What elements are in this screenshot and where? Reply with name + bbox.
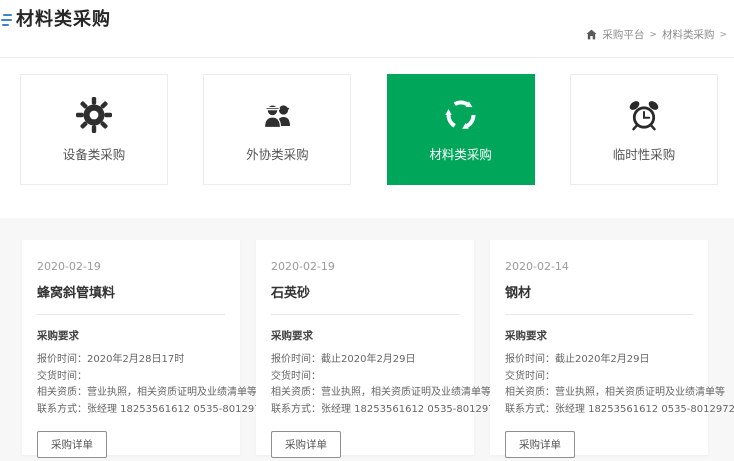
page-header: 材料类采购 采购平台 > 材料类采购 >: [0, 0, 734, 58]
delivery-time-line: 交货时间：: [505, 369, 693, 386]
listing-card[interactable]: 2020-02-14 钢材 采购要求 报价时间：截止2020年2月29日 交货时…: [490, 240, 708, 455]
listing-title: 石英砂: [271, 282, 459, 301]
workers-icon: [257, 96, 297, 134]
detail-button[interactable]: 采购详单: [271, 431, 341, 458]
category-section: 设备类采购 外协类采购: [0, 58, 734, 218]
breadcrumb-trailing-separator: >: [719, 30, 727, 40]
listing-card[interactable]: 2020-02-19 石英砂 采购要求 报价时间：截止2020年2月29日 交货…: [256, 240, 474, 455]
qualification-line: 相关资质：营业执照，相关资质证明及业绩清单等: [505, 385, 693, 402]
requirements-heading: 采购要求: [37, 328, 225, 343]
contact-line: 联系方式：张经理 18253561612 0535-8012972: [37, 402, 225, 419]
listing-section: 2020-02-19 蜂窝斜管填料 采购要求 报价时间：2020年2月28日17…: [0, 218, 734, 461]
breadcrumb-current[interactable]: 材料类采购: [662, 27, 715, 42]
breadcrumb-separator: >: [649, 30, 657, 40]
category-label: 临时性采购: [613, 144, 676, 163]
category-label: 设备类采购: [63, 144, 126, 163]
recycle-icon: [440, 96, 482, 134]
quote-time-line: 报价时间：截止2020年2月29日: [505, 352, 693, 369]
divider: [505, 314, 693, 315]
page-title: 材料类采购: [16, 5, 111, 31]
listing-date: 2020-02-19: [271, 260, 459, 273]
divider: [271, 314, 459, 315]
contact-line: 联系方式：张经理 18253561612 0535-8012972: [271, 402, 459, 419]
contact-line: 联系方式：张经理 18253561612 0535-8012972: [505, 402, 693, 419]
breadcrumb-home[interactable]: 采购平台: [602, 27, 644, 42]
category-label: 外协类采购: [246, 144, 309, 163]
delivery-time-line: 交货时间：: [271, 369, 459, 386]
requirements-heading: 采购要求: [505, 328, 693, 343]
qualification-line: 相关资质：营业执照，相关资质证明及业绩清单等: [271, 385, 459, 402]
quote-time-line: 报价时间：2020年2月28日17时: [37, 352, 225, 369]
home-icon: [586, 29, 597, 40]
title-lines-icon: [1, 14, 12, 26]
alarm-clock-icon: [624, 96, 664, 134]
quote-time-line: 报价时间：截止2020年2月29日: [271, 352, 459, 369]
gear-icon: [74, 96, 114, 134]
requirements-heading: 采购要求: [271, 328, 459, 343]
delivery-time-line: 交货时间：: [37, 369, 225, 386]
category-card-temporary[interactable]: 临时性采购: [570, 74, 718, 185]
listing-card[interactable]: 2020-02-19 蜂窝斜管填料 采购要求 报价时间：2020年2月28日17…: [22, 240, 240, 455]
breadcrumb: 采购平台 > 材料类采购 >: [586, 27, 727, 42]
listing-date: 2020-02-14: [505, 260, 693, 273]
detail-button[interactable]: 采购详单: [37, 431, 107, 458]
qualification-line: 相关资质：营业执照，相关资质证明及业绩清单等: [37, 385, 225, 402]
category-card-outsourcing[interactable]: 外协类采购: [203, 74, 351, 185]
detail-button[interactable]: 采购详单: [505, 431, 575, 458]
divider: [37, 314, 225, 315]
listing-title: 钢材: [505, 282, 693, 301]
category-card-materials[interactable]: 材料类采购: [387, 74, 535, 185]
listing-date: 2020-02-19: [37, 260, 225, 273]
category-label: 材料类采购: [429, 144, 492, 163]
category-card-equipment[interactable]: 设备类采购: [20, 74, 168, 185]
listing-title: 蜂窝斜管填料: [37, 282, 225, 301]
